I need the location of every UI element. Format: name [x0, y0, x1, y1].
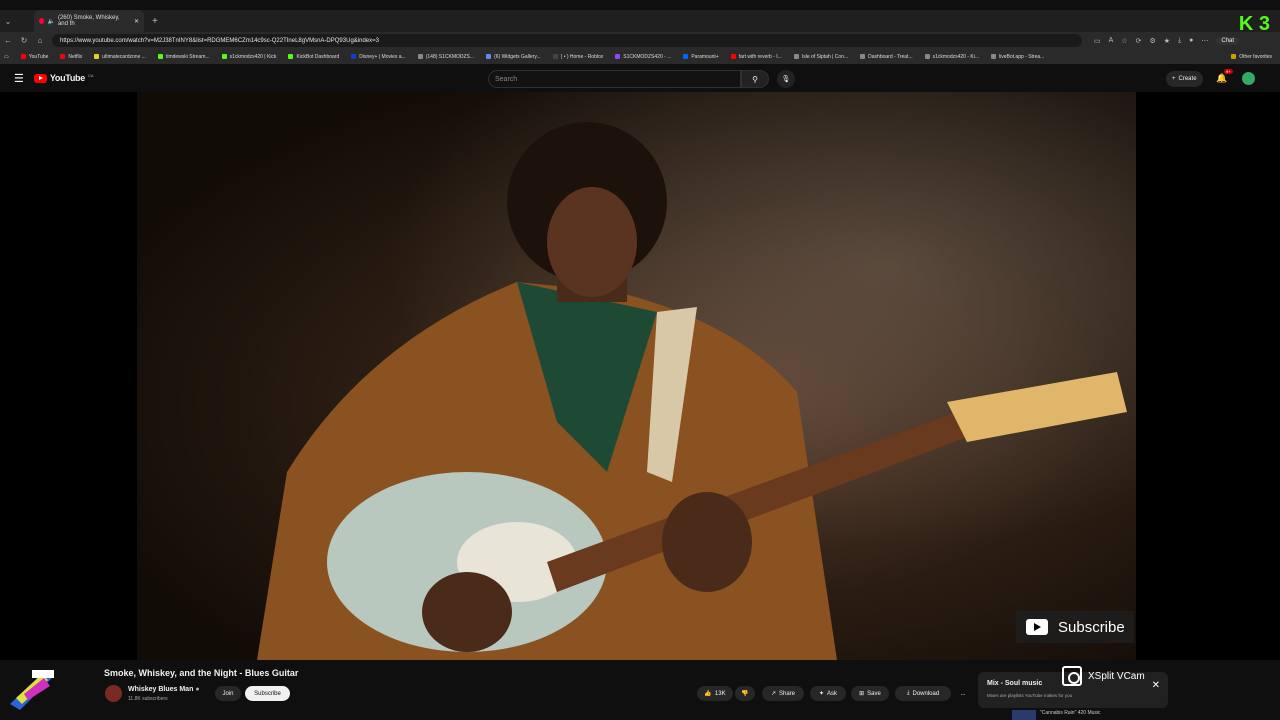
ask-button[interactable]: ✦ Ask: [810, 686, 846, 701]
bookmark-item[interactable]: (6) Widgets Gallery...: [486, 54, 541, 60]
video-title: Smoke, Whiskey, and the Night - Blues Gu…: [104, 668, 299, 678]
plus-icon: +: [1172, 76, 1176, 82]
menu-icon[interactable]: ⋯: [1201, 37, 1208, 45]
bookmark-item[interactable]: KickBot Dashboard: [288, 54, 339, 60]
share-icon: ↗: [770, 691, 776, 697]
notification-badge: 9+: [1224, 69, 1233, 74]
browser-tab-active[interactable]: 🔈 (260) Smoke, Whiskey, and th ✕: [34, 10, 144, 32]
xsplit-camera-icon: [1062, 666, 1082, 686]
chat-button[interactable]: Chat: [1216, 36, 1240, 45]
new-tab-button[interactable]: +: [152, 16, 158, 27]
bookmark-item[interactable]: s1ckmodzs420 - Ki...: [924, 54, 979, 60]
bookmarks-bar: ▭ YouTube Netflix ultimatecardzone ... t…: [0, 49, 1280, 64]
bookmark-icon: ⊞: [859, 691, 865, 697]
mix-close-icon[interactable]: ✕: [1152, 680, 1160, 691]
youtube-logo[interactable]: YouTube CA: [33, 72, 94, 83]
read-aloud-icon[interactable]: A: [1109, 37, 1114, 45]
mix-subtitle: Mixes are playlists YouTube makes for yo…: [987, 693, 1073, 698]
bookmark-item[interactable]: fart with reverb - I...: [730, 54, 782, 60]
sparkle-icon: ✦: [818, 691, 824, 697]
profile-icon[interactable]: ●: [1189, 37, 1193, 45]
join-button[interactable]: Join: [215, 686, 241, 701]
more-actions-button[interactable]: ...: [955, 686, 971, 701]
tab-close-icon[interactable]: ✕: [134, 18, 139, 25]
youtube-favicon-icon: [39, 18, 45, 24]
video-player[interactable]: Subscribe: [0, 92, 1280, 660]
other-favorites[interactable]: Other favorites: [1231, 54, 1272, 60]
download-button[interactable]: ⤓ Download: [895, 686, 951, 701]
browser-toolbar: ▭ A ☆ ⟳ ⚙ ★ ⤓ ● ⋯: [1094, 37, 1208, 45]
menu-hamburger-icon[interactable]: ☰: [14, 72, 24, 85]
browser-tab-strip: ⌄ 🔈 (260) Smoke, Whiskey, and th ✕ + K 3: [0, 10, 1280, 35]
extensions-icon[interactable]: ⚙: [1149, 37, 1155, 45]
sidebar-toggle-icon[interactable]: ▭: [4, 54, 9, 60]
subscriber-count: 11.8K subscribers: [128, 696, 168, 702]
favorites-icon[interactable]: ★: [1164, 37, 1170, 45]
bookmark-item[interactable]: s1ckmodzs420 | Kick: [221, 54, 276, 60]
bookmark-item[interactable]: ( • ) Home - Roblox: [552, 54, 603, 60]
channel-avatar[interactable]: [105, 685, 122, 702]
account-avatar[interactable]: [1242, 72, 1255, 85]
bookmark-item[interactable]: Dashboard - Treat...: [860, 54, 913, 60]
notifications-bell-icon[interactable]: 🔔: [1216, 73, 1227, 84]
bookmark-item[interactable]: YouTube: [20, 54, 48, 60]
bookmark-item[interactable]: Paramount+: [683, 54, 719, 60]
refresh-extension-icon[interactable]: ⟳: [1136, 37, 1142, 45]
download-icon: ⤓: [906, 690, 910, 696]
reload-icon[interactable]: ↻: [16, 36, 32, 45]
bookmark-item[interactable]: Netflix: [60, 54, 82, 60]
speaker-icon[interactable]: 🔈: [47, 18, 54, 25]
bookmark-item[interactable]: ultimatecardzone ...: [94, 54, 146, 60]
tab-title: (260) Smoke, Whiskey, and th: [57, 15, 120, 27]
thumbs-up-icon: 👍: [704, 691, 712, 697]
search-button[interactable]: ⚲: [741, 70, 769, 88]
streamer-logo-icon: [10, 670, 54, 710]
verified-icon: ●: [195, 686, 200, 693]
next-video-thumbnail[interactable]: [1012, 710, 1036, 720]
bookmark-item[interactable]: (148) S1CKMODZS...: [417, 54, 474, 60]
bookmark-item[interactable]: timdewski Stream...: [157, 54, 210, 60]
favorite-icon[interactable]: ☆: [1121, 37, 1127, 45]
search-input[interactable]: Search: [488, 70, 741, 88]
back-icon[interactable]: ←: [0, 36, 16, 45]
url-field[interactable]: https://www.youtube.com/watch?v=M2J38TnI…: [52, 34, 1082, 47]
next-video-title[interactable]: "Cannabis Rain" 420 Music: [1040, 710, 1101, 716]
dislike-button[interactable]: 👎: [735, 686, 755, 701]
thumbs-down-icon: 👎: [741, 691, 749, 697]
youtube-play-icon: [33, 73, 47, 83]
microphone-icon: 🎙: [781, 76, 791, 83]
youtube-masthead: ☰ YouTube CA Search ⚲ 🎙 + Create 🔔 9+: [0, 64, 1280, 92]
address-bar-row: ← ↻ ⌂ https://www.youtube.com/watch?v=M2…: [0, 32, 1280, 49]
create-button[interactable]: + Create: [1166, 71, 1203, 87]
video-frame[interactable]: [137, 92, 1136, 660]
subscribe-watermark[interactable]: Subscribe: [1016, 611, 1134, 643]
country-code: CA: [87, 72, 94, 78]
mix-title: Mix - Soul music: [987, 680, 1043, 687]
bookmark-item[interactable]: Disney+ | Movies a...: [351, 54, 406, 60]
like-button[interactable]: 👍 13K: [697, 686, 733, 701]
tab-list-icon[interactable]: ⌄: [0, 17, 16, 26]
channel-name[interactable]: Whiskey Blues Man ●: [128, 686, 200, 693]
save-button[interactable]: ⊞ Save: [851, 686, 889, 701]
downloads-icon[interactable]: ⤓: [1178, 37, 1181, 45]
search-icon: ⚲: [752, 74, 758, 84]
video-info-bar: Smoke, Whiskey, and the Night - Blues Gu…: [0, 660, 1280, 720]
bookmark-item[interactable]: S1CKMODZS420 - ...: [615, 54, 671, 60]
subscribe-button[interactable]: Subscribe: [245, 686, 290, 701]
subscribe-play-icon: [1026, 619, 1048, 635]
split-view-icon[interactable]: ▭: [1094, 37, 1101, 45]
youtube-wordmark: YouTube: [49, 73, 85, 83]
bookmark-item[interactable]: Isle of Siptah | Con...: [793, 54, 848, 60]
share-button[interactable]: ↗ Share: [762, 686, 804, 701]
voice-search-button[interactable]: 🎙: [777, 70, 795, 88]
home-icon[interactable]: ⌂: [32, 36, 48, 45]
xsplit-overlay: XSplit VCam: [1062, 666, 1145, 686]
video-artwork: [137, 92, 1136, 660]
bookmark-item[interactable]: liveBot.app - Strea...: [991, 54, 1044, 60]
